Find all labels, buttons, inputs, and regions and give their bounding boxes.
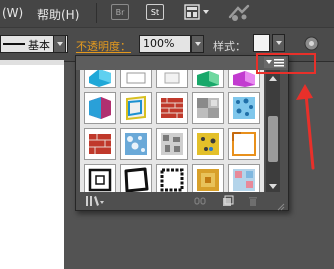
- chevron-down-icon: [269, 184, 277, 189]
- graphic-style-swatch[interactable]: [120, 70, 152, 88]
- graphic-style-swatch[interactable]: [228, 92, 260, 124]
- graphic-style-swatch[interactable]: [156, 128, 188, 160]
- library-icon: [86, 196, 104, 206]
- chevron-down-icon: [56, 42, 63, 46]
- graphic-style-swatch[interactable]: [192, 70, 224, 88]
- chevron-down-icon: [275, 41, 282, 45]
- graphic-style-swatch[interactable]: [84, 92, 116, 124]
- graphic-style-swatch[interactable]: [228, 164, 260, 192]
- menu-help[interactable]: 帮助(H): [37, 6, 79, 23]
- stock-button[interactable]: St: [146, 4, 164, 20]
- stroke-profile-value: 基本: [28, 39, 50, 52]
- menu-window[interactable]: (W): [2, 6, 23, 20]
- graphic-style-dropdown[interactable]: [272, 34, 285, 52]
- arrange-documents-button[interactable]: [184, 4, 212, 20]
- delete-graphic-style-button[interactable]: [247, 195, 259, 207]
- graphic-styles-grid: [80, 70, 264, 192]
- annotation-highlight-box: [256, 53, 316, 74]
- graphic-style-swatch[interactable]: [84, 128, 116, 160]
- new-item-icon: [223, 195, 234, 206]
- graphic-style-swatch[interactable]: [120, 128, 152, 160]
- trash-icon: [249, 197, 257, 206]
- graphic-style-swatch[interactable]: [120, 92, 152, 124]
- graphic-style-swatch[interactable]: [192, 164, 224, 192]
- color-wheel-icon: [304, 36, 319, 51]
- canvas-ruler-strip: [0, 60, 64, 65]
- break-link-icon: [194, 197, 206, 205]
- recolor-artwork-button[interactable]: [304, 36, 319, 51]
- stroke-profile-dropdown[interactable]: [53, 35, 66, 53]
- stroke-line-preview: [3, 43, 25, 45]
- red-arrow-up-icon: [296, 84, 315, 170]
- graphic-style-swatch[interactable]: [228, 128, 260, 160]
- graphic-style-swatch[interactable]: [156, 92, 188, 124]
- sync-settings-button[interactable]: [226, 3, 252, 23]
- sync-settings-icon: [228, 4, 250, 21]
- opacity-dropdown[interactable]: [191, 35, 204, 53]
- graphic-style-swatch[interactable]: [192, 92, 224, 124]
- scroll-down-button[interactable]: [268, 181, 278, 189]
- artboard-canvas[interactable]: [0, 60, 64, 269]
- graphic-style-swatch[interactable]: [192, 128, 224, 160]
- arrange-documents-icon: [184, 4, 209, 20]
- style-label: 样式：: [213, 40, 246, 53]
- graphic-style-swatch[interactable]: [156, 164, 188, 192]
- graphic-style-swatch[interactable]: [253, 34, 270, 52]
- graphic-style-swatch[interactable]: [120, 164, 152, 192]
- annotation-arrow: [294, 82, 320, 172]
- break-link-button[interactable]: [194, 196, 206, 206]
- chevron-up-icon: [269, 76, 277, 81]
- graphic-style-swatch[interactable]: [156, 70, 188, 88]
- new-graphic-style-button[interactable]: [222, 195, 234, 207]
- opacity-input[interactable]: 100%: [139, 35, 191, 53]
- scrollbar-thumb[interactable]: [268, 116, 278, 162]
- graphic-style-swatch[interactable]: [84, 70, 116, 88]
- chevron-down-icon: [194, 42, 201, 46]
- bridge-button[interactable]: Br: [111, 4, 129, 20]
- graphic-style-swatch[interactable]: [84, 164, 116, 192]
- resize-grip-icon: [277, 203, 285, 211]
- menu-divider: [96, 3, 97, 23]
- panel-resize-handle[interactable]: [276, 201, 285, 211]
- opacity-label[interactable]: 不透明度：: [76, 38, 131, 54]
- graphic-style-libraries-button[interactable]: [85, 195, 105, 207]
